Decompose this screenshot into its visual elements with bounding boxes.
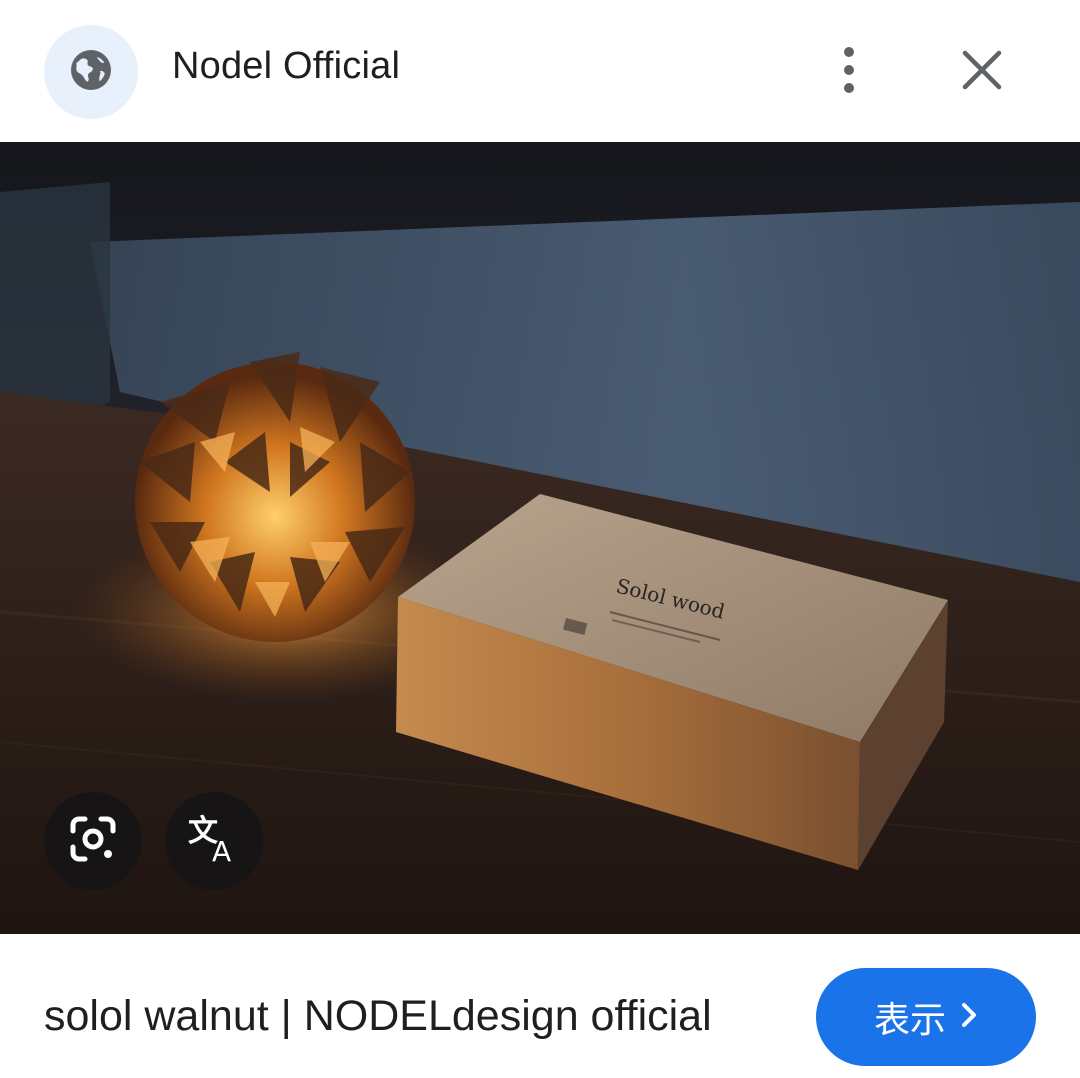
preview-header: Nodel Official [0, 0, 1080, 142]
translate-icon: 文 A [186, 811, 242, 872]
google-lens-button[interactable] [44, 792, 142, 890]
translate-button[interactable]: 文 A [165, 792, 263, 890]
close-icon [962, 50, 1002, 95]
image-caption: solol walnut | NODELdesign official [44, 992, 712, 1040]
chevron-right-icon [960, 1001, 978, 1034]
site-favicon [44, 25, 138, 119]
globe-icon [67, 46, 115, 99]
view-button[interactable]: 表示 [816, 968, 1036, 1066]
more-vert-icon [841, 46, 857, 99]
preview-image[interactable]: Solol wood 文 A [0, 142, 1080, 934]
google-lens-icon [67, 813, 119, 870]
product-photo: Solol wood [0, 142, 1080, 934]
preview-footer: solol walnut | NODELdesign official 表示 [0, 934, 1080, 1078]
more-options-button[interactable] [818, 36, 880, 108]
view-button-label: 表示 [873, 1000, 946, 1041]
close-button[interactable] [946, 36, 1018, 108]
svg-text:A: A [212, 835, 231, 867]
site-title: Nodel Official [172, 45, 401, 87]
